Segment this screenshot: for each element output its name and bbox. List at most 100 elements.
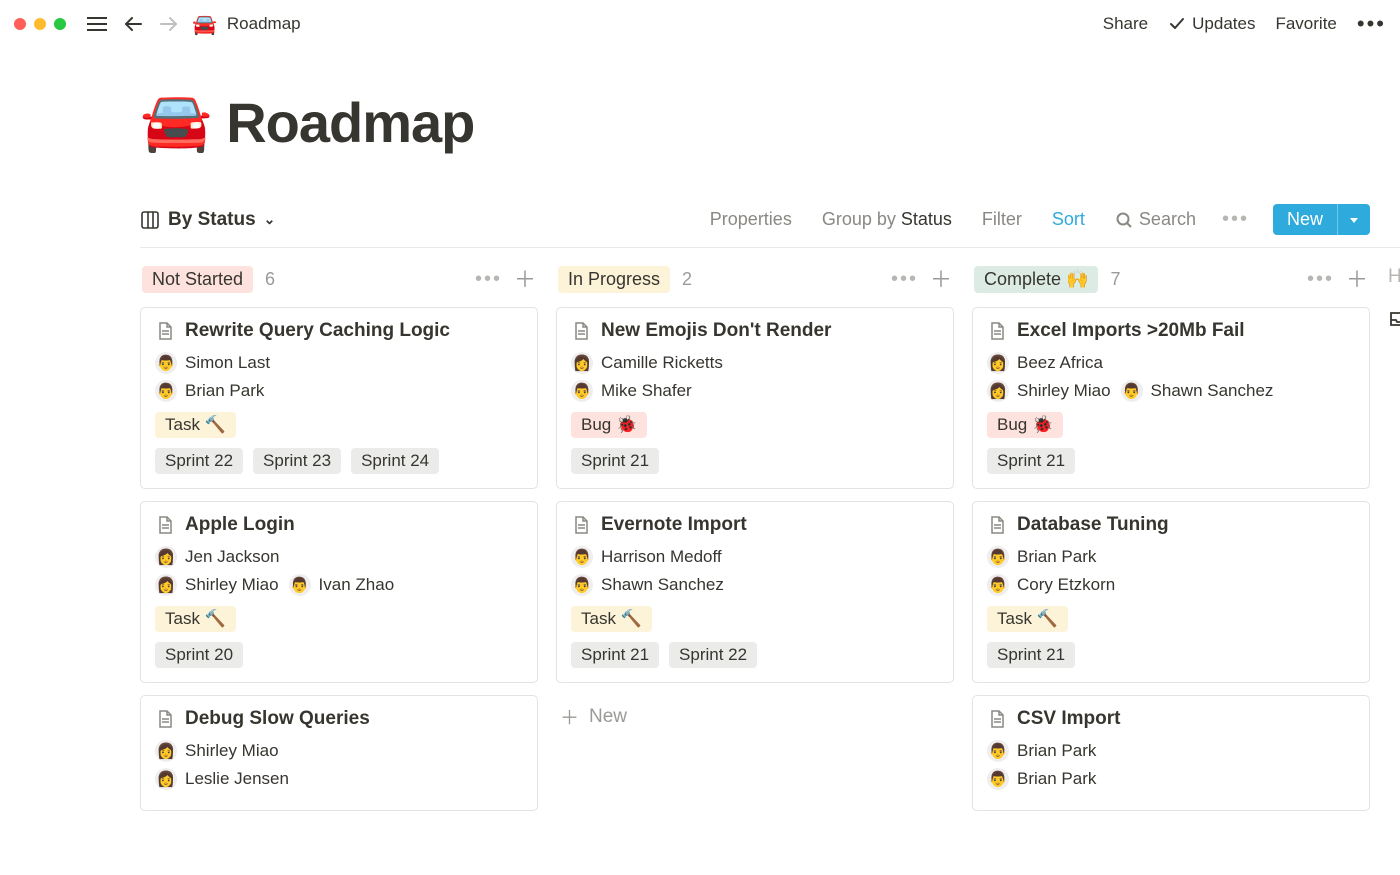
person: 👨Shawn Sanchez [1121, 380, 1274, 402]
card-people-row: 👩Camille Ricketts [571, 352, 939, 374]
breadcrumb-title[interactable]: Roadmap [227, 14, 301, 34]
nav-back-icon[interactable] [120, 11, 146, 37]
person: 👨Brian Park [155, 380, 264, 402]
column-header: In Progress 2 ••• ＋ [556, 266, 954, 293]
type-tag: Bug 🐞 [571, 412, 647, 438]
share-button[interactable]: Share [1103, 14, 1148, 34]
avatar-icon: 👩 [987, 352, 1009, 374]
avatar-icon: 👨 [987, 574, 1009, 596]
board-card[interactable]: Rewrite Query Caching Logic👨Simon Last👨B… [140, 307, 538, 489]
type-tag: Task 🔨 [987, 606, 1068, 632]
column-add-icon[interactable]: ＋ [1346, 274, 1368, 285]
updates-button[interactable]: Updates [1168, 14, 1255, 34]
board-card[interactable]: Excel Imports >20Mb Fail👩Beez Africa👩Shi… [972, 307, 1370, 489]
sprint-tag: Sprint 20 [155, 642, 243, 668]
avatar-icon: 👩 [155, 740, 177, 762]
updates-label: Updates [1192, 14, 1255, 34]
column-header: Not Started6•••＋ [140, 266, 538, 293]
board-card[interactable]: Database Tuning👨Brian Park👨Cory EtzkornT… [972, 501, 1370, 683]
add-card-label: New [589, 706, 627, 728]
column-add-icon[interactable]: ＋ [930, 274, 952, 285]
page-icon [155, 515, 175, 535]
person-name: Ivan Zhao [319, 575, 395, 595]
column-status-chip[interactable]: Not Started [142, 266, 253, 293]
page-emoji[interactable]: 🚘 [140, 88, 212, 156]
hidden-columns: Hidde N [1388, 266, 1400, 823]
person-name: Harrison Medoff [601, 547, 722, 567]
page-icon [987, 709, 1007, 729]
new-button-dropdown[interactable] [1337, 204, 1370, 235]
person-name: Shirley Miao [185, 575, 279, 595]
sprint-tag: Sprint 22 [155, 448, 243, 474]
sort-button[interactable]: Sort [1052, 209, 1085, 230]
filter-button[interactable]: Filter [982, 209, 1022, 230]
card-people-row: 👨Shawn Sanchez [571, 574, 939, 596]
person: 👨Brian Park [987, 768, 1096, 790]
avatar-icon: 👩 [155, 546, 177, 568]
page-title[interactable]: Roadmap [226, 90, 474, 155]
person-name: Simon Last [185, 353, 270, 373]
properties-button[interactable]: Properties [710, 209, 792, 230]
avatar-icon: 👨 [571, 546, 593, 568]
column-menu-icon[interactable]: ••• [1307, 268, 1334, 291]
avatar-icon: 👩 [155, 768, 177, 790]
sprint-tag: Sprint 22 [669, 642, 757, 668]
person-name: Jen Jackson [185, 547, 280, 567]
add-card-button[interactable]: ＋ New [556, 695, 954, 738]
nav-forward-icon[interactable] [156, 11, 182, 37]
type-tag: Task 🔨 [155, 606, 236, 632]
board-view-icon [140, 210, 160, 230]
avatar-icon: 👨 [987, 740, 1009, 762]
board-card[interactable]: CSV Import👨Brian Park👨Brian Park [972, 695, 1370, 811]
view-more-icon[interactable]: ••• [1222, 208, 1249, 231]
person: 👩Beez Africa [987, 352, 1103, 374]
search-button[interactable]: Search [1115, 209, 1196, 230]
window-close-icon[interactable] [14, 18, 26, 30]
board-card[interactable]: New Emojis Don't Render👩Camille Ricketts… [556, 307, 954, 489]
favorite-button[interactable]: Favorite [1275, 14, 1336, 34]
column-status-chip[interactable]: Complete 🙌 [974, 266, 1098, 293]
sprint-tag: Sprint 24 [351, 448, 439, 474]
card-people-row: 👨Brian Park [155, 380, 523, 402]
group-by-prefix: Group by [822, 209, 901, 229]
person: 👨Brian Park [987, 546, 1096, 568]
inbox-item[interactable]: N [1388, 308, 1400, 330]
card-title: Debug Slow Queries [185, 708, 370, 730]
window-minimize-icon[interactable] [34, 18, 46, 30]
person-name: Shawn Sanchez [1151, 381, 1274, 401]
view-switcher[interactable]: By Status ⌄ [140, 209, 275, 231]
person-name: Brian Park [1017, 741, 1096, 761]
column-add-icon[interactable]: ＋ [514, 274, 536, 285]
card-people-row: 👨 Brian Park [987, 740, 1355, 762]
avatar-icon: 👨 [289, 574, 311, 596]
board-card[interactable]: Apple Login👩Jen Jackson👩Shirley Miao👨Iva… [140, 501, 538, 683]
column-status-chip[interactable]: In Progress [558, 266, 670, 293]
avatar-icon: 👨 [987, 768, 1009, 790]
page: 🚘 Roadmap By Status ⌄ Properties Group b… [0, 48, 1400, 823]
person-name: Camille Ricketts [601, 353, 723, 373]
page-icon [571, 321, 591, 341]
sidebar-toggle-icon[interactable] [84, 11, 110, 37]
avatar-icon: 👩 [155, 574, 177, 596]
column-count: 2 [682, 269, 692, 290]
card-people-row: 👨Mike Shafer [571, 380, 939, 402]
hidden-columns-label[interactable]: Hidde [1388, 266, 1400, 288]
chevron-down-icon: ⌄ [264, 211, 276, 228]
person-name: Shirley Miao [1017, 381, 1111, 401]
plus-icon: ＋ [560, 703, 579, 730]
board-card[interactable]: Debug Slow Queries👩Shirley Miao👩Leslie J… [140, 695, 538, 811]
sprint-tag: Sprint 21 [571, 448, 659, 474]
breadcrumb-emoji[interactable]: 🚘 [192, 12, 217, 37]
board-card[interactable]: Evernote Import👨Harrison Medoff👨Shawn Sa… [556, 501, 954, 683]
window-chrome: 🚘 Roadmap Share Updates Favorite ••• [0, 0, 1400, 48]
kanban-board: Not Started6•••＋Rewrite Query Caching Lo… [140, 266, 1400, 823]
window-zoom-icon[interactable] [54, 18, 66, 30]
board-column: In Progress 2 ••• ＋ New Emojis Don't Render👩… [556, 266, 954, 823]
person-name: Cory Etzkorn [1017, 575, 1115, 595]
column-menu-icon[interactable]: ••• [891, 268, 918, 291]
group-by-button[interactable]: Group by Status [822, 209, 952, 230]
person: 👩 Jen Jackson [155, 546, 280, 568]
person-name: Brian Park [1017, 547, 1096, 567]
new-button[interactable]: New [1273, 204, 1370, 235]
column-menu-icon[interactable]: ••• [475, 268, 502, 291]
